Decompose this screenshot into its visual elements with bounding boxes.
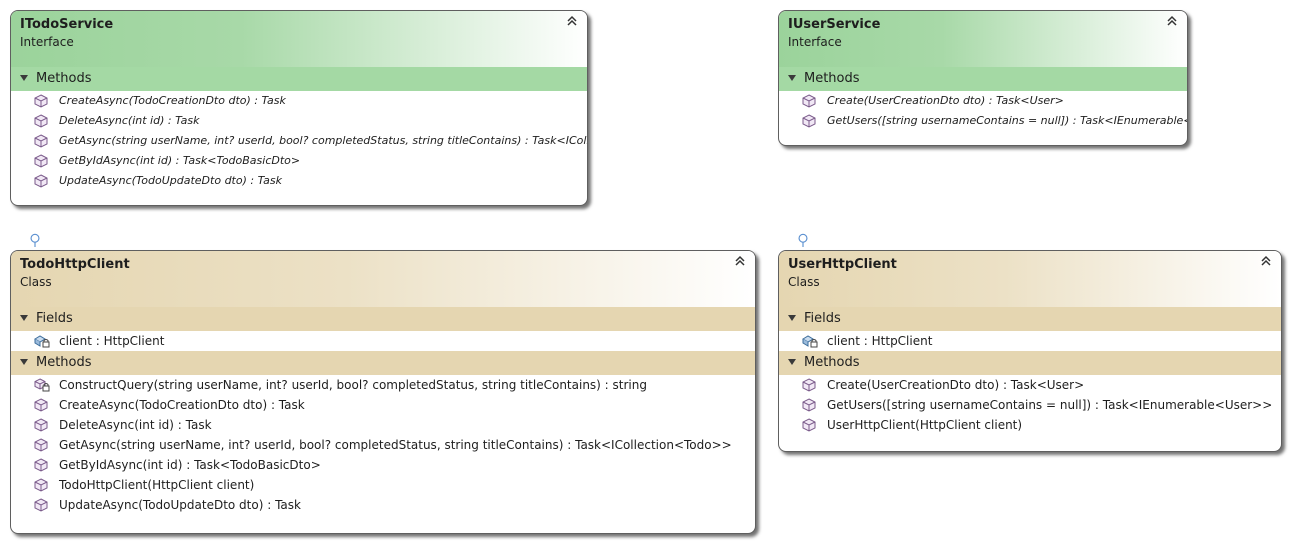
method-cube-icon xyxy=(34,174,48,188)
shape-name: ITodoService xyxy=(20,17,114,32)
itodoservice-shape[interactable]: ITodoService Interface Methods CreateAsy… xyxy=(10,10,588,206)
method-cube-icon xyxy=(34,478,48,492)
method-cube-icon xyxy=(802,94,816,108)
private-method-cube-icon xyxy=(34,378,50,392)
collapse-chevron-icon[interactable] xyxy=(734,255,746,267)
method-item[interactable]: GetUsers([string usernameContains = null… xyxy=(779,395,1281,415)
method-item[interactable]: TodoHttpClient(HttpClient client) xyxy=(11,475,755,495)
method-item[interactable]: CreateAsync(TodoCreationDto dto) : Task xyxy=(11,91,587,111)
method-cube-icon xyxy=(34,94,48,108)
shape-header[interactable]: TodoHttpClient Class xyxy=(11,251,755,307)
expand-triangle-icon[interactable] xyxy=(20,359,28,365)
method-cube-icon xyxy=(802,398,816,412)
members-list: client : HttpClient xyxy=(11,331,755,351)
iuserservice-shape[interactable]: IUserService Interface Methods Create(Us… xyxy=(778,10,1188,146)
members-list: CreateAsync(TodoCreationDto dto) : Task … xyxy=(11,91,587,191)
method-item[interactable]: DeleteAsync(int id) : Task xyxy=(11,111,587,131)
method-item[interactable]: Create(UserCreationDto dto) : Task<User> xyxy=(779,375,1281,395)
private-field-icon xyxy=(802,335,818,348)
method-item[interactable]: DeleteAsync(int id) : Task xyxy=(11,415,755,435)
shape-name: TodoHttpClient xyxy=(20,257,130,272)
method-cube-icon xyxy=(34,154,48,168)
method-cube-icon xyxy=(802,378,816,392)
expand-triangle-icon[interactable] xyxy=(788,359,796,365)
method-item[interactable]: ConstructQuery(string userName, int? use… xyxy=(11,375,755,395)
userhttpclient-shape[interactable]: UserHttpClient Class Fields client : Htt… xyxy=(778,250,1282,452)
shape-name: UserHttpClient xyxy=(788,257,897,272)
method-cube-icon xyxy=(34,458,48,472)
members-list: client : HttpClient xyxy=(779,331,1281,351)
method-item[interactable]: UserHttpClient(HttpClient client) xyxy=(779,415,1281,435)
expand-triangle-icon[interactable] xyxy=(788,315,796,321)
collapse-chevron-icon[interactable] xyxy=(1166,15,1178,27)
collapse-chevron-icon[interactable] xyxy=(566,15,578,27)
expand-triangle-icon[interactable] xyxy=(20,315,28,321)
method-cube-icon xyxy=(34,438,48,452)
expand-triangle-icon[interactable] xyxy=(788,75,796,81)
method-cube-icon xyxy=(34,134,48,148)
method-item[interactable]: GetByIdAsync(int id) : Task<TodoBasicDto… xyxy=(11,455,755,475)
method-cube-icon xyxy=(802,114,816,128)
method-cube-icon xyxy=(34,418,48,432)
method-cube-icon xyxy=(802,418,816,432)
method-item[interactable]: CreateAsync(TodoCreationDto dto) : Task xyxy=(11,395,755,415)
section-fields[interactable]: Fields xyxy=(779,307,1281,331)
field-item[interactable]: client : HttpClient xyxy=(779,331,1281,351)
shape-header[interactable]: UserHttpClient Class xyxy=(779,251,1281,307)
method-item[interactable]: GetAsync(string userName, int? userId, b… xyxy=(11,131,587,151)
method-item[interactable]: Create(UserCreationDto dto) : Task<User> xyxy=(779,91,1187,111)
private-field-icon xyxy=(34,335,50,348)
shape-kind: Class xyxy=(20,275,52,289)
shape-kind: Class xyxy=(788,275,820,289)
method-cube-icon xyxy=(34,498,48,512)
interface-lollipop-icon xyxy=(30,233,40,247)
method-item[interactable]: GetAsync(string userName, int? userId, b… xyxy=(11,435,755,455)
method-cube-icon xyxy=(34,114,48,128)
shape-kind: Interface xyxy=(20,35,74,49)
section-methods[interactable]: Methods xyxy=(779,67,1187,91)
method-item[interactable]: GetByIdAsync(int id) : Task<TodoBasicDto… xyxy=(11,151,587,171)
shape-header[interactable]: ITodoService Interface xyxy=(11,11,587,67)
section-methods[interactable]: Methods xyxy=(779,351,1281,375)
todohttpclient-shape[interactable]: TodoHttpClient Class Fields client : Htt… xyxy=(10,250,756,534)
shape-header[interactable]: IUserService Interface xyxy=(779,11,1187,67)
shape-kind: Interface xyxy=(788,35,842,49)
members-list: ConstructQuery(string userName, int? use… xyxy=(11,375,755,515)
expand-triangle-icon[interactable] xyxy=(20,75,28,81)
collapse-chevron-icon[interactable] xyxy=(1260,255,1272,267)
section-fields[interactable]: Fields xyxy=(11,307,755,331)
members-list: Create(UserCreationDto dto) : Task<User>… xyxy=(779,375,1281,435)
section-methods[interactable]: Methods xyxy=(11,351,755,375)
method-item[interactable]: UpdateAsync(TodoUpdateDto dto) : Task xyxy=(11,171,587,191)
members-list: Create(UserCreationDto dto) : Task<User>… xyxy=(779,91,1187,131)
interface-lollipop-icon xyxy=(798,233,808,247)
method-cube-icon xyxy=(34,398,48,412)
method-item[interactable]: UpdateAsync(TodoUpdateDto dto) : Task xyxy=(11,495,755,515)
shape-name: IUserService xyxy=(788,17,881,32)
section-methods[interactable]: Methods xyxy=(11,67,587,91)
field-item[interactable]: client : HttpClient xyxy=(11,331,755,351)
method-item[interactable]: GetUsers([string usernameContains = null… xyxy=(779,111,1187,131)
